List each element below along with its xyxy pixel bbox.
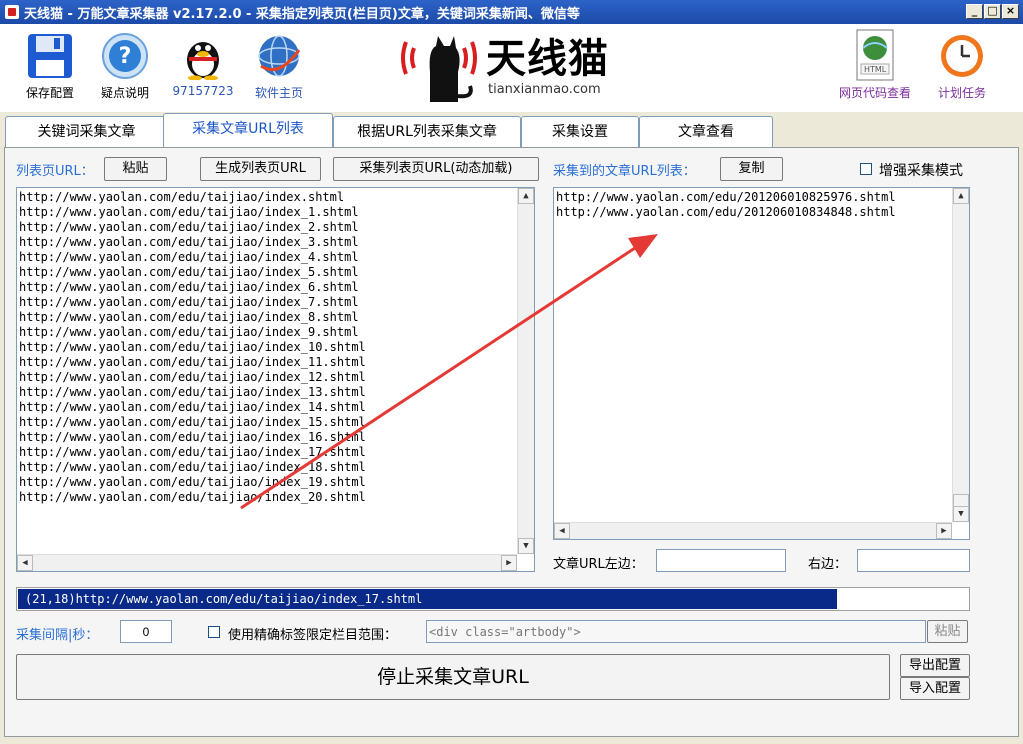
tab-keyword-collect[interactable]: 关键词采集文章 [5,116,168,148]
right-horizontal-scrollbar[interactable]: ◀ ▶ [554,522,952,539]
url-right-edge-label: 右边： [808,557,848,572]
url-left-edge-label: 文章URL左边： [553,557,644,572]
generate-list-url-button[interactable]: 生成列表页URL [200,157,321,181]
import-config-button[interactable]: 导入配置 [900,677,970,700]
scroll-down-icon[interactable]: ▼ [953,506,969,522]
list-url-row: http://www.yaolan.com/edu/taijiao/index_… [19,370,366,384]
logo-text: 天线猫 [486,36,609,82]
help-label: 疑点说明 [100,86,149,100]
collected-url-row: http://www.yaolan.com/edu/20120601083484… [556,205,896,219]
collected-url-textarea[interactable]: http://www.yaolan.com/edu/20120601082597… [553,187,970,540]
list-url-row: http://www.yaolan.com/edu/taijiao/index_… [19,235,359,249]
cat-antenna-icon [401,36,477,102]
scroll-right-icon[interactable]: ▶ [936,523,952,539]
save-config-tool[interactable]: 保存配置 [20,32,80,101]
question-mark-icon: ? [101,32,149,80]
scroll-up-icon[interactable]: ▲ [953,188,969,204]
list-url-row: http://www.yaolan.com/edu/taijiao/index_… [19,400,366,414]
svg-text:?: ? [119,44,132,69]
brand-logo: 天线猫 tianxianmao.com [400,32,610,104]
html-view-tool[interactable]: HTML 网页代码查看 [836,28,914,101]
window-title: 天线猫 - 万能文章采集器 v2.17.2.0 - 采集指定列表页(栏目页)文章… [24,6,580,22]
title-bar: 天线猫 - 万能文章采集器 v2.17.2.0 - 采集指定列表页(栏目页)文章… [0,0,1023,24]
precise-tag-input[interactable] [426,620,926,643]
scroll-up-icon[interactable]: ▲ [518,188,534,204]
left-horizontal-scrollbar[interactable]: ◀ ▶ [17,554,517,571]
html-icon-text: HTML [864,65,887,74]
list-url-row: http://www.yaolan.com/edu/taijiao/index_… [19,205,359,219]
qq-number-label: 97157723 [172,84,234,98]
interval-label: 采集间隔|秒： [16,628,99,643]
right-vertical-scrollbar[interactable]: ▲ ▼ [952,188,969,522]
penguin-icon [179,32,227,81]
scroll-left-icon[interactable]: ◀ [554,523,570,539]
tab-settings[interactable]: 采集设置 [521,116,639,148]
interval-input[interactable] [120,620,172,643]
list-url-row: http://www.yaolan.com/edu/taijiao/index_… [19,325,359,339]
left-vertical-scrollbar[interactable]: ▲ ▼ [517,188,534,554]
globe-icon [255,32,303,80]
status-text: (21,18)http://www.yaolan.com/edu/taijiao… [25,592,423,606]
collected-url-rows: http://www.yaolan.com/edu/20120601082597… [554,188,969,220]
schedule-label: 计划任务 [937,86,986,100]
list-url-row: http://www.yaolan.com/edu/taijiao/index_… [19,475,366,489]
save-config-label: 保存配置 [25,86,74,100]
list-url-rows: http://www.yaolan.com/edu/taijiao/index.… [17,188,534,505]
list-url-row: http://www.yaolan.com/edu/taijiao/index.… [19,190,345,204]
url-right-edge-input[interactable] [857,549,970,572]
enhance-mode-checkbox[interactable] [860,163,872,175]
list-url-row: http://www.yaolan.com/edu/taijiao/index_… [19,340,366,354]
list-url-label: 列表页URL： [16,164,94,179]
logo-domain: tianxianmao.com [488,82,601,97]
list-url-row: http://www.yaolan.com/edu/taijiao/index_… [19,265,359,279]
help-tool[interactable]: ? 疑点说明 [95,32,155,101]
precise-paste-button[interactable]: 粘贴 [927,620,968,643]
qq-tool[interactable]: 97157723 [172,32,234,98]
homepage-tool[interactable]: 软件主页 [248,32,310,101]
close-button[interactable]: × [1002,4,1019,19]
tab-article-view[interactable]: 文章查看 [639,116,773,148]
copy-button[interactable]: 复制 [720,157,783,181]
list-url-row: http://www.yaolan.com/edu/taijiao/index_… [19,220,359,234]
minimize-button[interactable]: _ [966,4,983,19]
tab-url-list[interactable]: 采集文章URL列表 [163,113,333,149]
scroll-left-icon[interactable]: ◀ [17,555,33,571]
url-left-edge-input[interactable] [656,549,786,572]
homepage-label: 软件主页 [254,86,303,100]
list-url-row: http://www.yaolan.com/edu/taijiao/index_… [19,460,366,474]
list-url-row: http://www.yaolan.com/edu/taijiao/index_… [19,250,359,264]
scroll-down-icon[interactable]: ▼ [518,538,534,554]
floppy-disk-icon [26,32,74,80]
html-page-icon: HTML [853,28,897,82]
list-url-row: http://www.yaolan.com/edu/taijiao/index_… [19,445,366,459]
precise-tag-checkbox[interactable] [208,626,220,638]
enhance-mode-label: 增强采集模式 [879,163,963,179]
list-url-row: http://www.yaolan.com/edu/taijiao/index_… [19,310,359,324]
scroll-right-icon[interactable]: ▶ [501,555,517,571]
export-config-button[interactable]: 导出配置 [900,654,970,677]
paste-button[interactable]: 粘贴 [104,157,167,181]
stop-collect-button[interactable]: 停止采集文章URL [16,654,890,700]
collected-url-label: 采集到的文章URL列表： [553,164,696,179]
list-url-row: http://www.yaolan.com/edu/taijiao/index_… [19,295,359,309]
html-view-label: 网页代码查看 [838,86,911,100]
list-url-row: http://www.yaolan.com/edu/taijiao/index_… [19,415,366,429]
progress-bar: (21,18)http://www.yaolan.com/edu/taijiao… [16,587,970,611]
schedule-tool[interactable]: 计划任务 [930,32,994,101]
app-icon [5,5,19,19]
maximize-button[interactable]: □ [984,4,1001,19]
collected-url-row: http://www.yaolan.com/edu/20120601082597… [556,190,896,204]
list-url-textarea[interactable]: http://www.yaolan.com/edu/taijiao/index.… [16,187,535,572]
tab-collect-by-url[interactable]: 根据URL列表采集文章 [333,116,521,148]
precise-tag-label: 使用精确标签限定栏目范围： [228,628,398,643]
list-url-row: http://www.yaolan.com/edu/taijiao/index_… [19,280,359,294]
list-url-row: http://www.yaolan.com/edu/taijiao/index_… [19,385,366,399]
clock-icon [938,32,986,80]
list-url-row: http://www.yaolan.com/edu/taijiao/index_… [19,490,366,504]
collect-list-url-button[interactable]: 采集列表页URL(动态加载) [333,157,539,181]
list-url-row: http://www.yaolan.com/edu/taijiao/index_… [19,430,366,444]
list-url-row: http://www.yaolan.com/edu/taijiao/index_… [19,355,366,369]
